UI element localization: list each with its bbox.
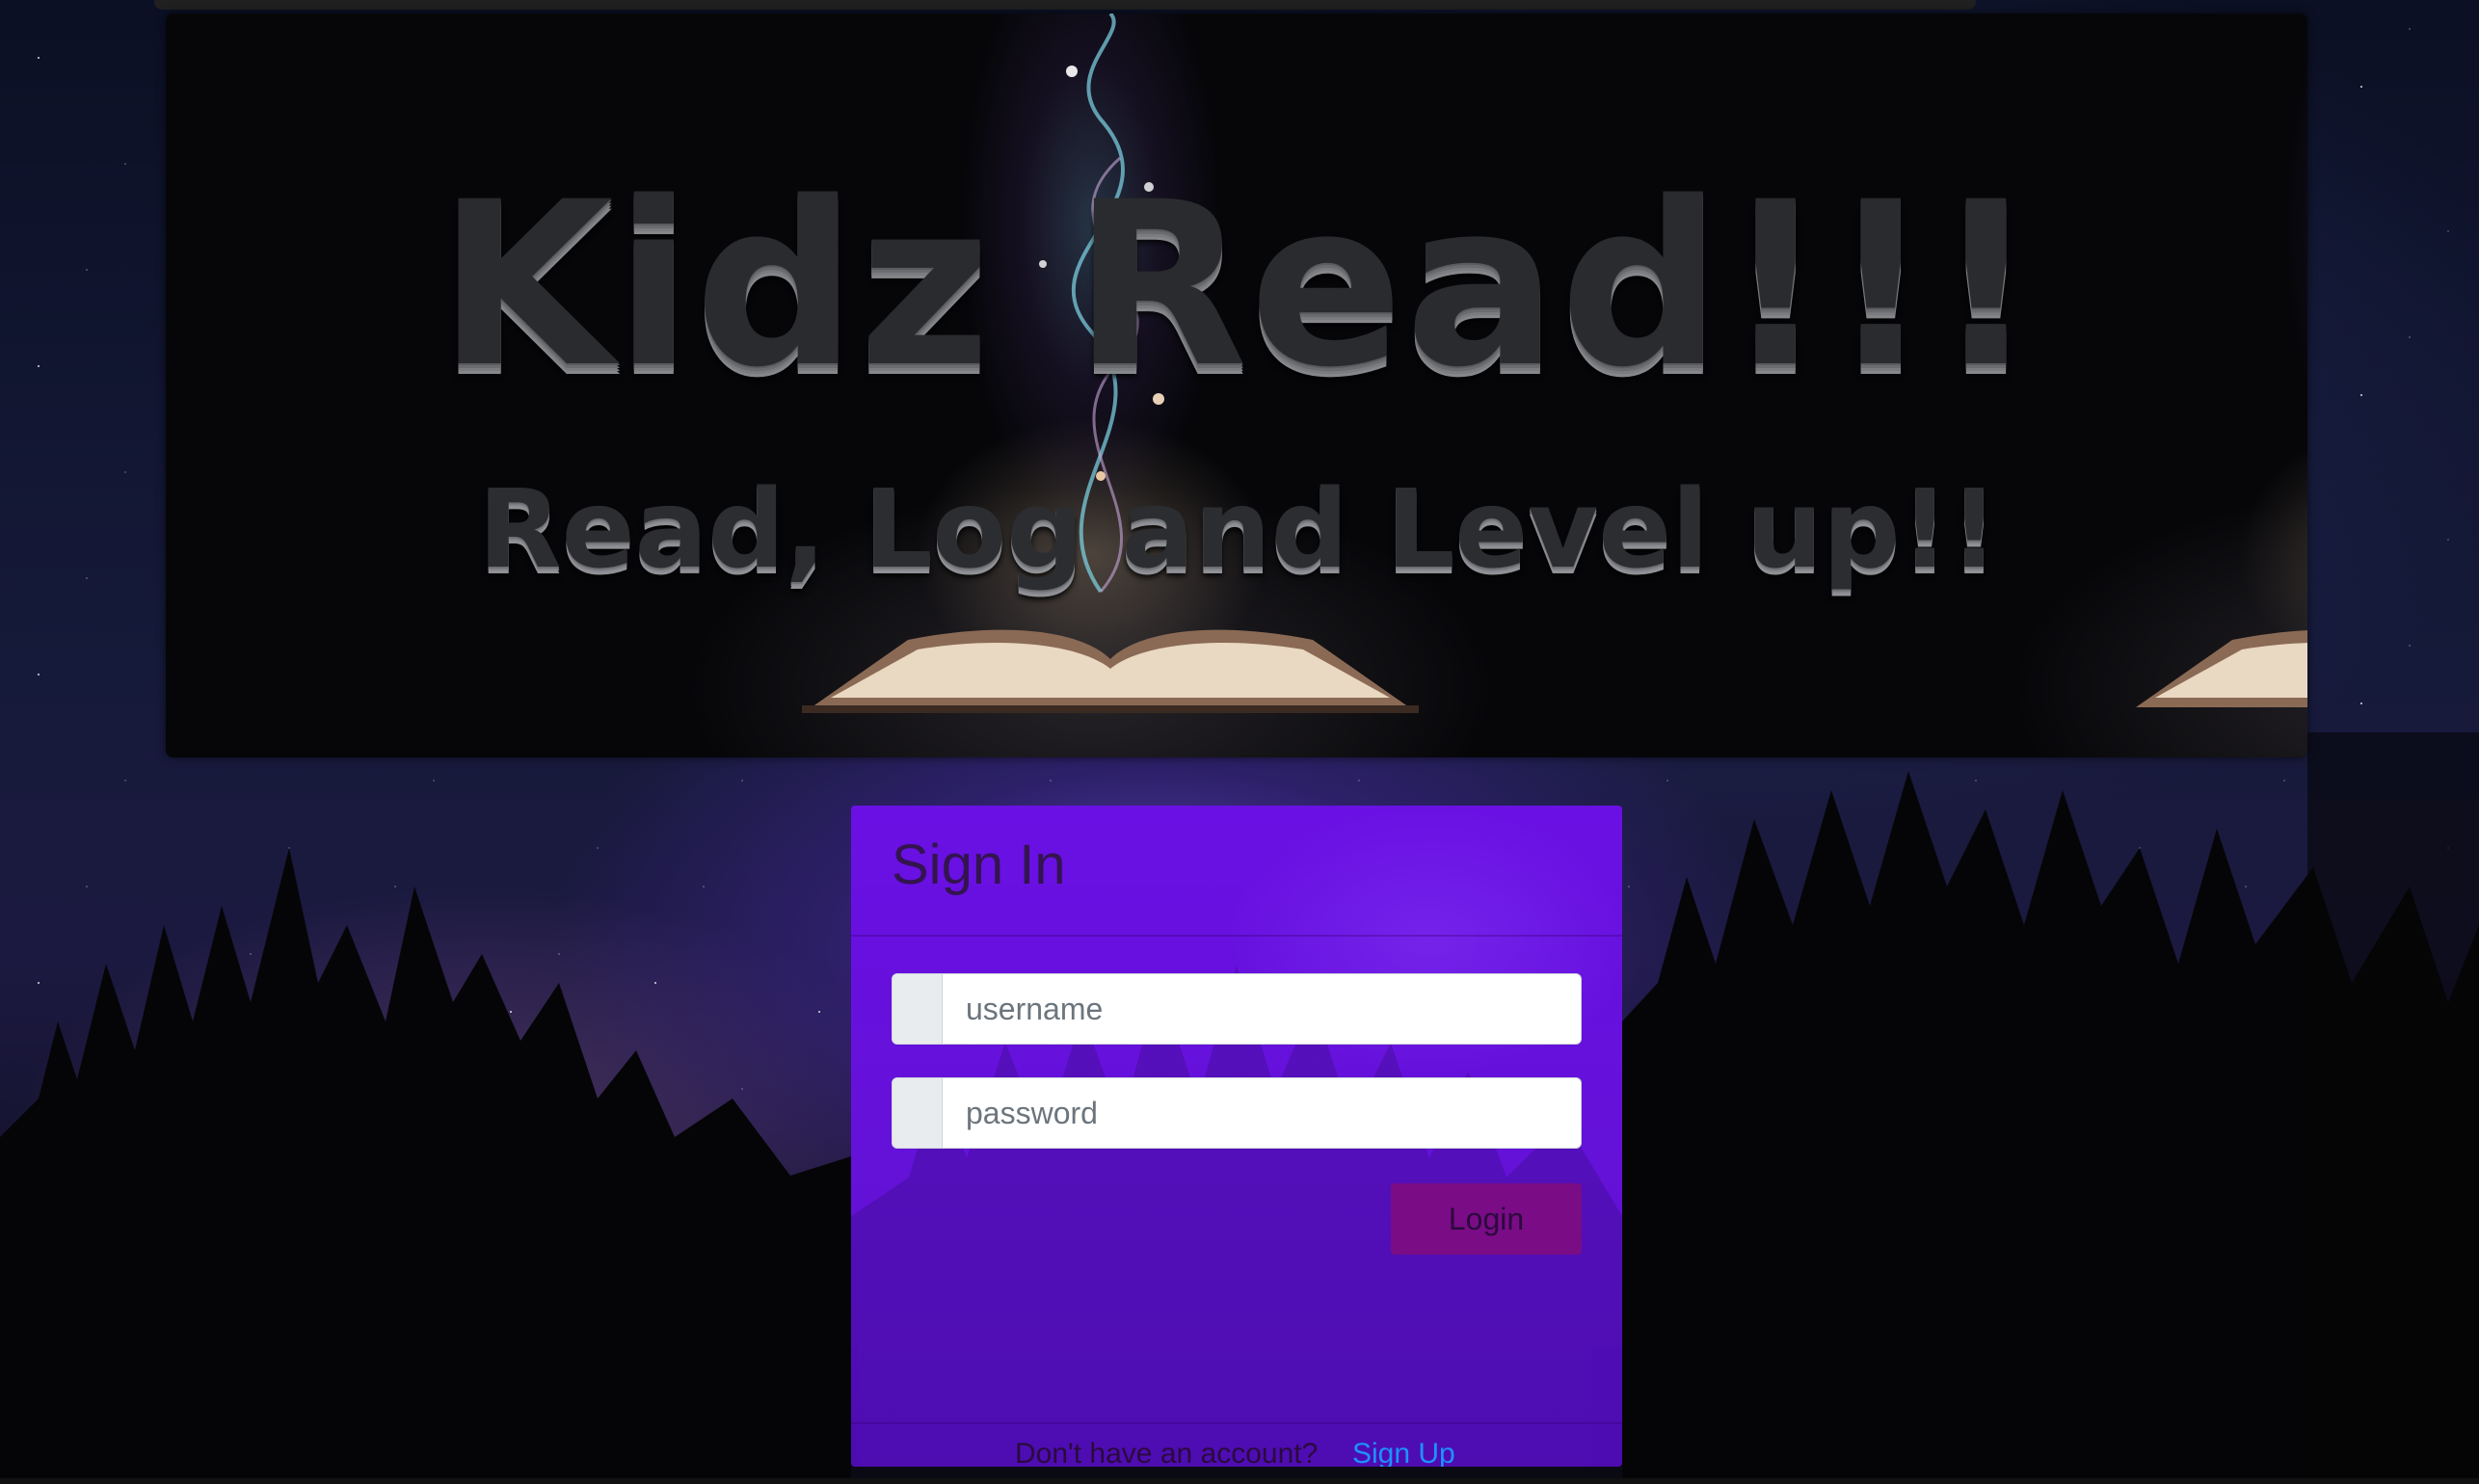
app-title: Kidz Read!!!	[437, 154, 2040, 417]
signup-link[interactable]: Sign Up	[1352, 1438, 1455, 1467]
password-input-group	[892, 1077, 1582, 1149]
open-book-graphic	[802, 629, 1419, 713]
app-tagline: Read, Log and Level up!!	[478, 467, 1999, 593]
login-button[interactable]: Login	[1391, 1183, 1582, 1255]
signin-title: Sign In	[892, 834, 1066, 896]
signin-card: Sign In Login Don't have an account? Sig…	[851, 806, 1622, 1467]
card-footer: Don't have an account? Sign Up	[851, 1422, 1622, 1467]
signup-prompt: Don't have an account?	[1015, 1438, 1319, 1467]
open-book-graphic	[2136, 630, 2307, 707]
lock-icon	[893, 1078, 943, 1148]
card-header: Sign In	[851, 806, 1622, 937]
bottom-window-edge	[0, 1478, 2479, 1484]
username-input[interactable]	[943, 974, 1581, 1044]
top-window-bar	[154, 0, 1976, 10]
password-input[interactable]	[943, 1078, 1581, 1148]
username-input-group	[892, 973, 1582, 1045]
user-icon	[893, 974, 943, 1044]
header-banner: Kidz Read!!! Read, Log and Level up!!	[166, 13, 2307, 757]
